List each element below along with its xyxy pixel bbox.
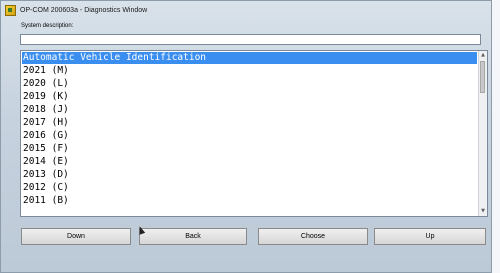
scrollbar-thumb[interactable] [480, 61, 485, 93]
app-icon [5, 4, 16, 16]
up-button[interactable]: Up [374, 228, 486, 245]
list-item[interactable]: 2021 (M) [22, 65, 477, 77]
back-button[interactable]: Back [139, 228, 247, 245]
system-description-field[interactable] [20, 34, 481, 45]
list-item[interactable]: 2015 (F) [22, 143, 477, 155]
list-item[interactable]: 2020 (L) [22, 78, 477, 90]
list-item[interactable]: 2016 (G) [22, 130, 477, 142]
list-item[interactable]: 2012 (C) [22, 182, 477, 194]
list-item[interactable]: 2014 (E) [22, 156, 477, 168]
system-description-label: System description: [21, 23, 74, 29]
window-title: OP-COM 200603a - Diagnostics Window [20, 6, 148, 14]
list-item[interactable]: 2017 (H) [22, 117, 477, 129]
scroll-up-arrow-icon[interactable]: ▲ [479, 51, 487, 60]
title-bar[interactable]: OP-COM 200603a - Diagnostics Window [1, 1, 491, 19]
scroll-down-arrow-icon[interactable]: ▼ [479, 207, 487, 216]
selection-list[interactable]: Automatic Vehicle Identification 2021 (M… [20, 50, 488, 217]
list-item[interactable]: 2019 (K) [22, 91, 477, 103]
list-item[interactable]: 2013 (D) [22, 169, 477, 181]
list-item-selected[interactable]: Automatic Vehicle Identification [22, 52, 477, 64]
list-item[interactable]: 2018 (J) [22, 104, 477, 116]
vertical-scrollbar[interactable]: ▲ ▼ [478, 51, 487, 216]
diagnostics-window: OP-COM 200603a - Diagnostics Window Syst… [0, 0, 492, 273]
choose-button[interactable]: Choose [258, 228, 368, 245]
list-item[interactable]: 2011 (B) [22, 195, 477, 207]
down-button[interactable]: Down [21, 228, 131, 245]
